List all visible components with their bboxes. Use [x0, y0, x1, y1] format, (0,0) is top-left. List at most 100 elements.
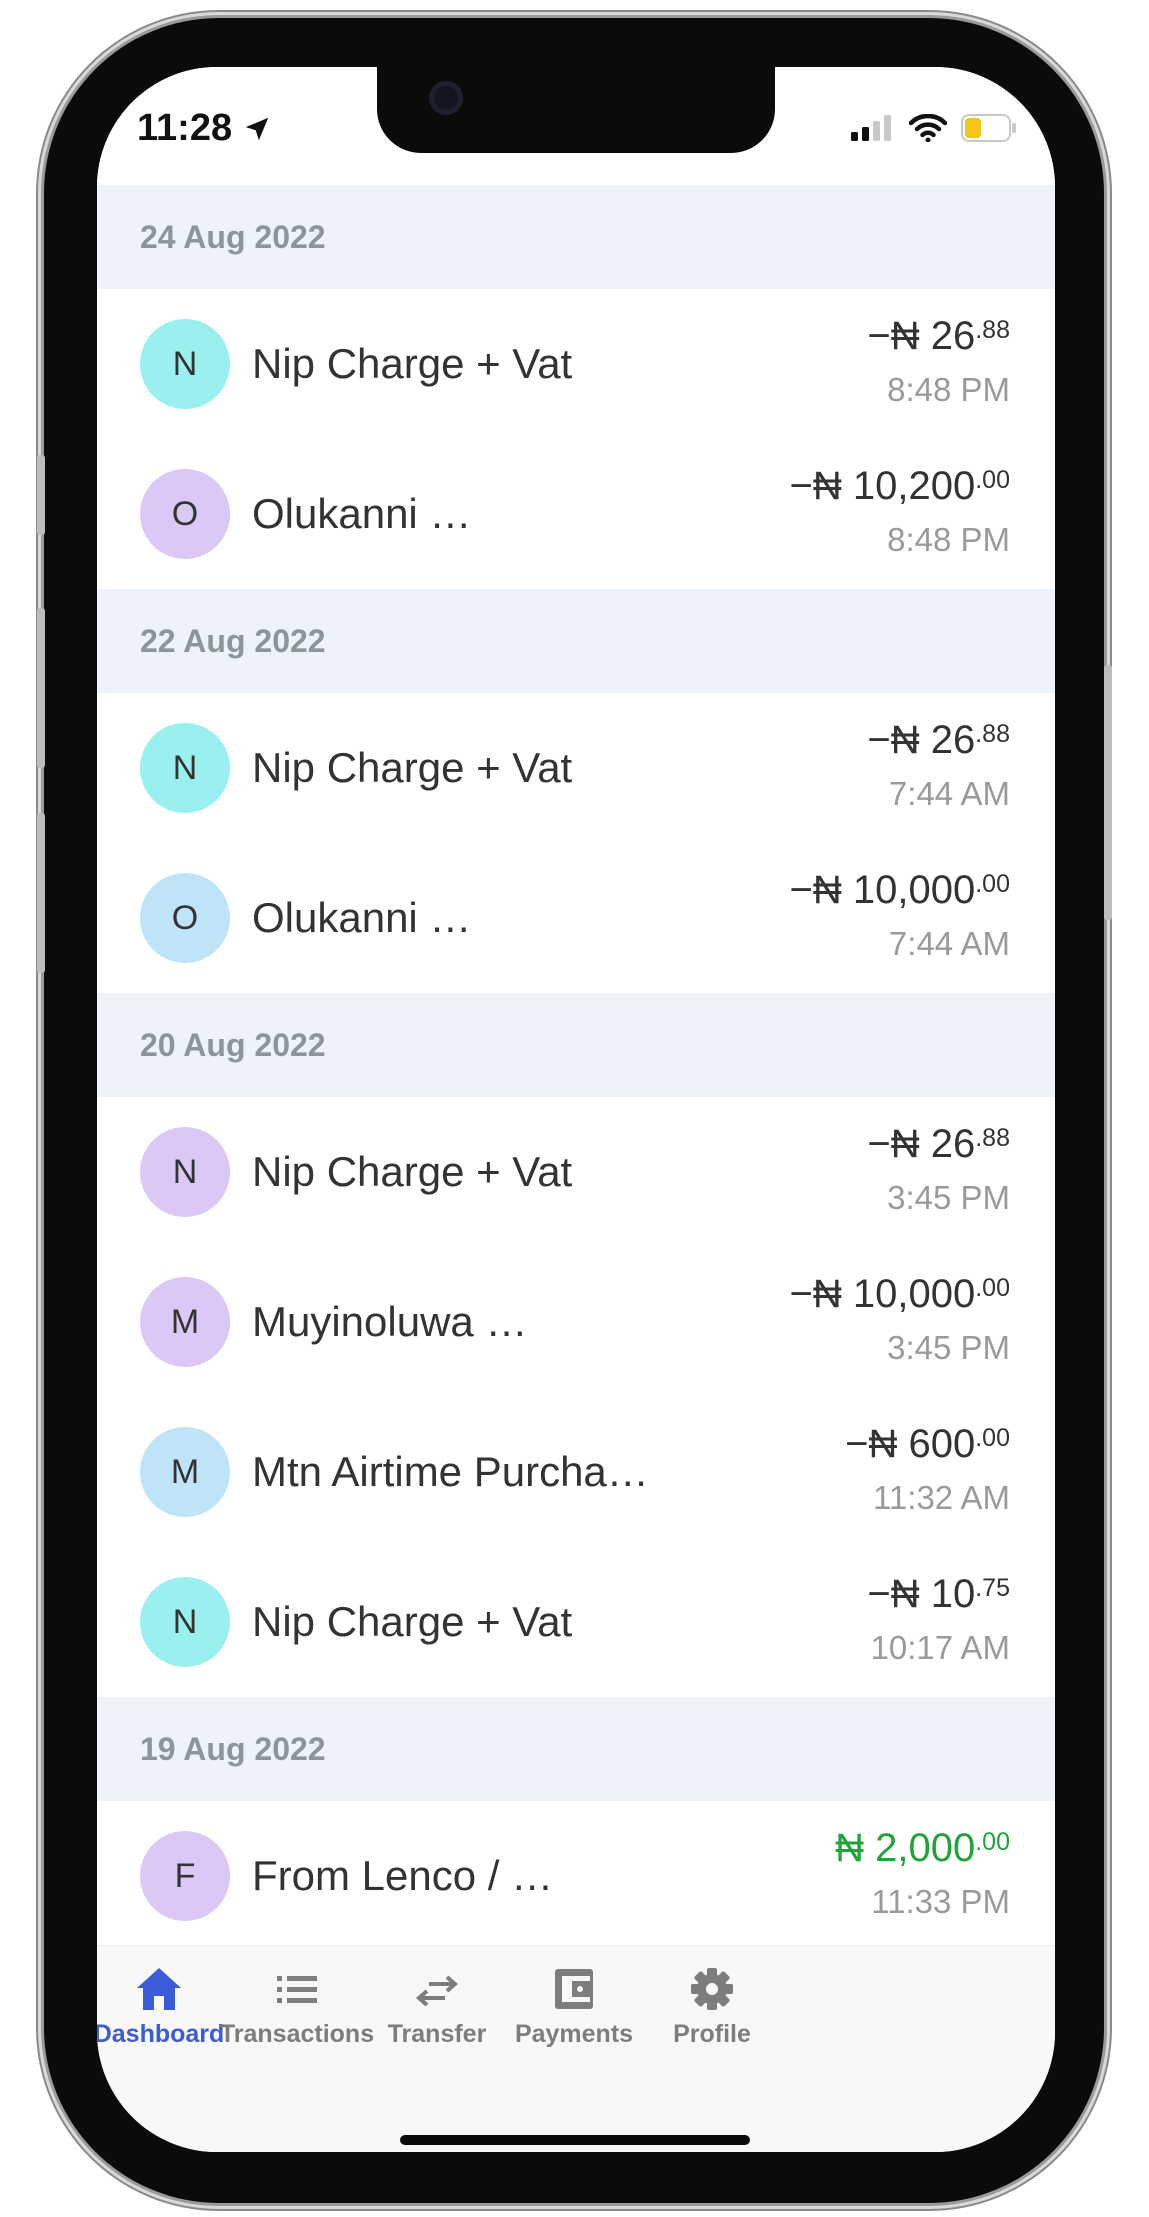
volume-up-button — [37, 608, 45, 768]
transaction-name: Olukanni … — [252, 894, 472, 941]
transaction-name: Muyinoluwa … — [252, 1298, 528, 1345]
date-header: 19 Aug 2022 — [97, 1697, 1055, 1801]
notch — [377, 67, 775, 153]
tab-label: Dashboard — [97, 2020, 225, 2048]
amount-whole: 26 — [930, 717, 976, 762]
transaction-meta: −₦ 10,200.00 8:48 PM — [790, 464, 1010, 559]
home-icon — [137, 1968, 181, 2010]
location-arrow-icon — [245, 117, 269, 140]
transaction-time: 7:44 AM — [888, 924, 1010, 962]
bottom-tab-bar: Dashboard Transactions Transfer Payments… — [97, 1945, 1055, 2152]
home-indicator — [400, 2135, 750, 2145]
amount-whole: 2,000 — [875, 1825, 976, 1870]
cellular-signal-icon — [851, 115, 891, 141]
amount-cents: .00 — [975, 869, 1010, 898]
transaction-meta: −₦ 10,000.00 7:44 AM — [790, 868, 1010, 963]
currency-symbol: ₦ — [890, 1121, 920, 1166]
avatar: N — [140, 1577, 230, 1667]
currency-symbol: ₦ — [812, 867, 842, 912]
transaction-meta: −₦ 10,000.00 3:45 PM — [790, 1272, 1010, 1367]
amount-whole: 10,200 — [852, 463, 976, 508]
transaction-row[interactable]: N Nip Charge + Vat −₦ 26.88 8:48 PM — [97, 289, 1055, 439]
amount-sign: − — [867, 1121, 891, 1166]
transaction-row[interactable]: M Muyinoluwa … −₦ 10,000.00 3:45 PM — [97, 1247, 1055, 1397]
transaction-row[interactable]: O Olukanni … −₦ 10,000.00 7:44 AM — [97, 843, 1055, 993]
transaction-row[interactable]: M Mtn Airtime Purcha… −₦ 600.00 11:32 AM — [97, 1397, 1055, 1547]
wifi-icon — [909, 114, 947, 142]
avatar: M — [140, 1277, 230, 1367]
transaction-name: Mtn Airtime Purcha… — [252, 1448, 649, 1495]
amount-whole: 26 — [930, 313, 976, 358]
amount-sign: − — [789, 1271, 813, 1316]
amount-sign: − — [845, 1421, 869, 1466]
amount-whole: 10,000 — [852, 1271, 976, 1316]
tab-profile[interactable]: Profile — [622, 1966, 802, 2049]
transaction-time: 11:33 PM — [871, 1882, 1010, 1920]
volume-down-button — [37, 813, 45, 973]
currency-symbol: ₦ — [835, 1825, 864, 1870]
amount-whole: 26 — [930, 1121, 976, 1166]
amount-sign: − — [867, 1571, 891, 1616]
wallet-icon — [555, 1969, 593, 2009]
currency-symbol: ₦ — [890, 1571, 920, 1616]
transaction-time: 10:17 AM — [870, 1628, 1010, 1666]
transaction-row[interactable]: N Nip Charge + Vat −₦ 26.88 3:45 PM — [97, 1097, 1055, 1247]
currency-symbol: ₦ — [812, 1271, 842, 1316]
transaction-amount: −₦ 10,200.00 — [790, 464, 1010, 509]
amount-cents: .00 — [975, 1273, 1010, 1302]
amount-cents: .88 — [975, 315, 1010, 344]
amount-whole: 600 — [908, 1421, 976, 1466]
amount-sign: − — [789, 867, 813, 912]
list-icon — [277, 1976, 317, 2003]
amount-whole: 10,000 — [852, 867, 976, 912]
transaction-name: From Lenco / … — [252, 1852, 554, 1899]
transaction-amount: ₦ 2,000.00 — [835, 1826, 1010, 1871]
transaction-amount: −₦ 600.00 — [845, 1422, 1010, 1467]
gear-icon — [691, 1968, 733, 2010]
transaction-meta: ₦ 2,000.00 11:33 PM — [835, 1826, 1010, 1921]
amount-sign: − — [867, 313, 891, 358]
date-header: 20 Aug 2022 — [97, 993, 1055, 1097]
tab-label: Transfer — [387, 2020, 487, 2048]
transaction-name: Nip Charge + Vat — [252, 744, 573, 791]
amount-sign: − — [789, 463, 813, 508]
transaction-amount: −₦ 10.75 — [867, 1572, 1010, 1617]
transaction-name: Nip Charge + Vat — [252, 1148, 573, 1195]
front-camera — [429, 81, 463, 115]
status-time: 11:28 — [137, 107, 272, 150]
transaction-meta: −₦ 26.88 8:48 PM — [867, 314, 1010, 409]
avatar: N — [140, 723, 230, 813]
amount-cents: .00 — [975, 1827, 1010, 1856]
avatar: M — [140, 1427, 230, 1517]
transaction-time: 8:48 PM — [887, 520, 1010, 558]
transaction-amount: −₦ 26.88 — [867, 718, 1010, 763]
transaction-meta: −₦ 26.88 3:45 PM — [867, 1122, 1010, 1217]
transaction-amount: −₦ 10,000.00 — [790, 868, 1010, 913]
transaction-name: Olukanni … — [252, 490, 472, 537]
transaction-time: 3:45 PM — [887, 1328, 1010, 1366]
avatar: N — [140, 1127, 230, 1217]
transaction-row[interactable]: N Nip Charge + Vat −₦ 26.88 7:44 AM — [97, 693, 1055, 843]
avatar: O — [140, 469, 230, 559]
transaction-list[interactable]: 24 Aug 2022 N Nip Charge + Vat −₦ 26.88 8:48… — [97, 185, 1055, 1945]
date-header: 24 Aug 2022 — [97, 185, 1055, 289]
transaction-amount: −₦ 26.88 — [867, 1122, 1010, 1167]
transaction-row[interactable]: F From Lenco / … ₦ 2,000.00 11:33 PM — [97, 1801, 1055, 1945]
status-bar: 11:28 — [97, 67, 1055, 185]
transaction-time: 11:32 AM — [873, 1478, 1010, 1516]
status-icons — [851, 114, 1017, 142]
currency-symbol: ₦ — [812, 463, 842, 508]
amount-cents: .88 — [975, 1123, 1010, 1152]
amount-cents: .88 — [975, 719, 1010, 748]
transaction-amount: −₦ 10,000.00 — [790, 1272, 1010, 1317]
transaction-time: 7:44 AM — [888, 774, 1010, 812]
transaction-row[interactable]: O Olukanni … −₦ 10,200.00 8:48 PM — [97, 439, 1055, 589]
avatar: O — [140, 873, 230, 963]
amount-cents: .00 — [975, 465, 1010, 494]
transfer-icon — [415, 1975, 459, 2007]
amount-cents: .75 — [975, 1573, 1010, 1602]
transaction-row[interactable]: N Nip Charge + Vat −₦ 10.75 10:17 AM — [97, 1547, 1055, 1697]
tab-label: Payments — [514, 2020, 634, 2048]
silent-switch — [37, 455, 45, 535]
amount-sign: − — [867, 717, 891, 762]
